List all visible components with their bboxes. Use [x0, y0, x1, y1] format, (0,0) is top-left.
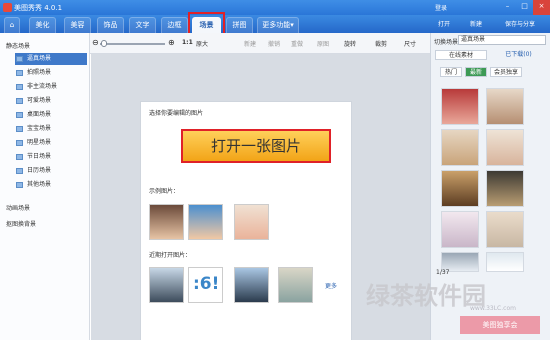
animated-scenes-heading[interactable]: 动画场景: [6, 203, 30, 212]
sidebar-item-realistic[interactable]: 逼真场景: [15, 53, 87, 65]
app-title: 美图秀秀 4.0.1: [14, 4, 63, 12]
close-button[interactable]: ×: [533, 0, 550, 15]
main-tab-bar: ⌂ 美化 美容 饰品 文字 边框 场景 拼图 更多功能▾ 打开 新建 保存与分享: [0, 15, 550, 33]
scene-icon: [16, 112, 23, 118]
recent-photo-2-logo: :6!: [193, 274, 220, 294]
scene-icon: [16, 168, 23, 174]
scene-select[interactable]: 逼真场景: [458, 35, 546, 45]
scene-icon: [16, 154, 23, 160]
sidebar-item-baby[interactable]: 宝宝场景: [15, 123, 87, 135]
scene-icon: [16, 126, 23, 132]
tab-more-features[interactable]: 更多功能▾: [257, 17, 299, 33]
subtab-vip[interactable]: 会员独享: [490, 67, 522, 77]
minimize-button[interactable]: –: [499, 0, 516, 15]
tab-collage[interactable]: 拼图: [226, 17, 253, 33]
tab-accessories[interactable]: 饰品: [97, 17, 124, 33]
subtab-hot[interactable]: 热门: [440, 67, 462, 77]
watermark-text: 绿茶软件园: [366, 282, 486, 310]
sidebar-item-nonmainstream[interactable]: 非主流场景: [15, 81, 87, 93]
watermark-url: www.33LC.com: [470, 305, 516, 312]
recent-label: 近期打开图片：: [149, 252, 192, 259]
example-photo-girl[interactable]: [149, 204, 184, 240]
example-photo-baby[interactable]: [234, 204, 269, 240]
tab-home[interactable]: ⌂: [4, 17, 20, 33]
tab-beauty[interactable]: 美容: [64, 17, 91, 33]
sidebar-item-calendar[interactable]: 日历场景: [15, 165, 87, 177]
login-link[interactable]: 登录: [435, 3, 447, 12]
card-heading: 选择你要编辑的图片: [149, 110, 204, 117]
new-action[interactable]: 新建: [470, 19, 482, 28]
scene-icon: [16, 56, 23, 62]
scene-icon: [16, 70, 23, 76]
open-image-card: 选择你要编辑的图片 打开一张图片 示例图片： 近期打开图片： :6! 更多: [140, 101, 352, 340]
tab-beautify[interactable]: 美化: [29, 17, 56, 33]
scene-icon: [16, 84, 23, 90]
undo-button[interactable]: 撤销: [268, 39, 280, 48]
subtab-new[interactable]: 最新: [465, 67, 487, 77]
material-thumb[interactable]: [441, 88, 479, 125]
material-thumb[interactable]: [486, 170, 524, 207]
sidebar-item-other[interactable]: 其他场景: [15, 179, 87, 191]
material-thumb[interactable]: [441, 129, 479, 166]
save-share-action[interactable]: 保存与分享: [505, 19, 535, 28]
tab-frame[interactable]: 边框: [161, 17, 188, 33]
sidebar-item-star[interactable]: 明星场景: [15, 137, 87, 149]
material-thumb[interactable]: [486, 88, 524, 125]
zoom-in-icon[interactable]: ⊕: [168, 38, 175, 47]
material-thumb[interactable]: [486, 252, 524, 272]
rotate-button[interactable]: 旋转: [344, 39, 356, 48]
maximize-button[interactable]: □: [516, 0, 533, 15]
scene-sidebar: 静态场景 逼真场景 拍照场景 非主流场景 可爱场景 桌面场景 宝宝场景 明星场景…: [0, 33, 90, 340]
open-action[interactable]: 打开: [438, 19, 450, 28]
recent-photo-1[interactable]: [149, 267, 184, 303]
scene-icon: [16, 182, 23, 188]
title-bar: 美图秀秀 4.0.1 登录 – □ ×: [0, 0, 550, 15]
tab-scene[interactable]: 场景: [192, 17, 221, 33]
original-size-button[interactable]: 原大: [196, 39, 208, 48]
new-button[interactable]: 新建: [244, 39, 256, 48]
static-scenes-heading[interactable]: 静态场景: [6, 41, 30, 50]
zoom-slider[interactable]: [100, 43, 165, 45]
material-thumb[interactable]: [486, 129, 524, 166]
vip-banner[interactable]: 美图独享会: [460, 316, 540, 334]
sidebar-item-festival[interactable]: 节日场景: [15, 151, 87, 163]
cutout-background-heading[interactable]: 抠图换背景: [6, 219, 36, 228]
tab-online-materials[interactable]: 在线素材: [435, 50, 487, 60]
page-indicator: 1/37: [436, 269, 450, 276]
sidebar-item-photo[interactable]: 拍照场景: [15, 67, 87, 79]
app-logo-icon: [3, 3, 12, 12]
zoom-out-icon[interactable]: ⊖: [92, 38, 99, 47]
material-thumb[interactable]: [486, 211, 524, 248]
redo-button[interactable]: 重做: [291, 39, 303, 48]
reset-button[interactable]: 原图: [317, 39, 329, 48]
zoom-ratio[interactable]: 1:1: [182, 39, 193, 46]
examples-label: 示例图片：: [149, 188, 180, 195]
recent-photo-3[interactable]: [234, 267, 269, 303]
scene-icon: [16, 140, 23, 146]
recent-photo-2[interactable]: :6!: [188, 267, 223, 303]
material-thumb[interactable]: [441, 211, 479, 248]
zoom-slider-handle[interactable]: [101, 40, 107, 47]
sidebar-item-cute[interactable]: 可爱场景: [15, 95, 87, 107]
example-photo-woman[interactable]: [188, 204, 223, 240]
more-link[interactable]: 更多: [325, 281, 337, 290]
recent-photo-4[interactable]: [278, 267, 313, 303]
material-thumb[interactable]: [441, 170, 479, 207]
tab-downloaded[interactable]: 已下载(0): [491, 50, 546, 60]
sidebar-item-desktop[interactable]: 桌面场景: [15, 109, 87, 121]
crop-button[interactable]: 裁剪: [375, 39, 387, 48]
tab-text[interactable]: 文字: [129, 17, 156, 33]
size-button[interactable]: 尺寸: [404, 39, 416, 48]
open-image-button[interactable]: 打开一张图片: [181, 129, 331, 163]
scene-icon: [16, 98, 23, 104]
switch-scene-label: 切换场景: [434, 39, 459, 46]
